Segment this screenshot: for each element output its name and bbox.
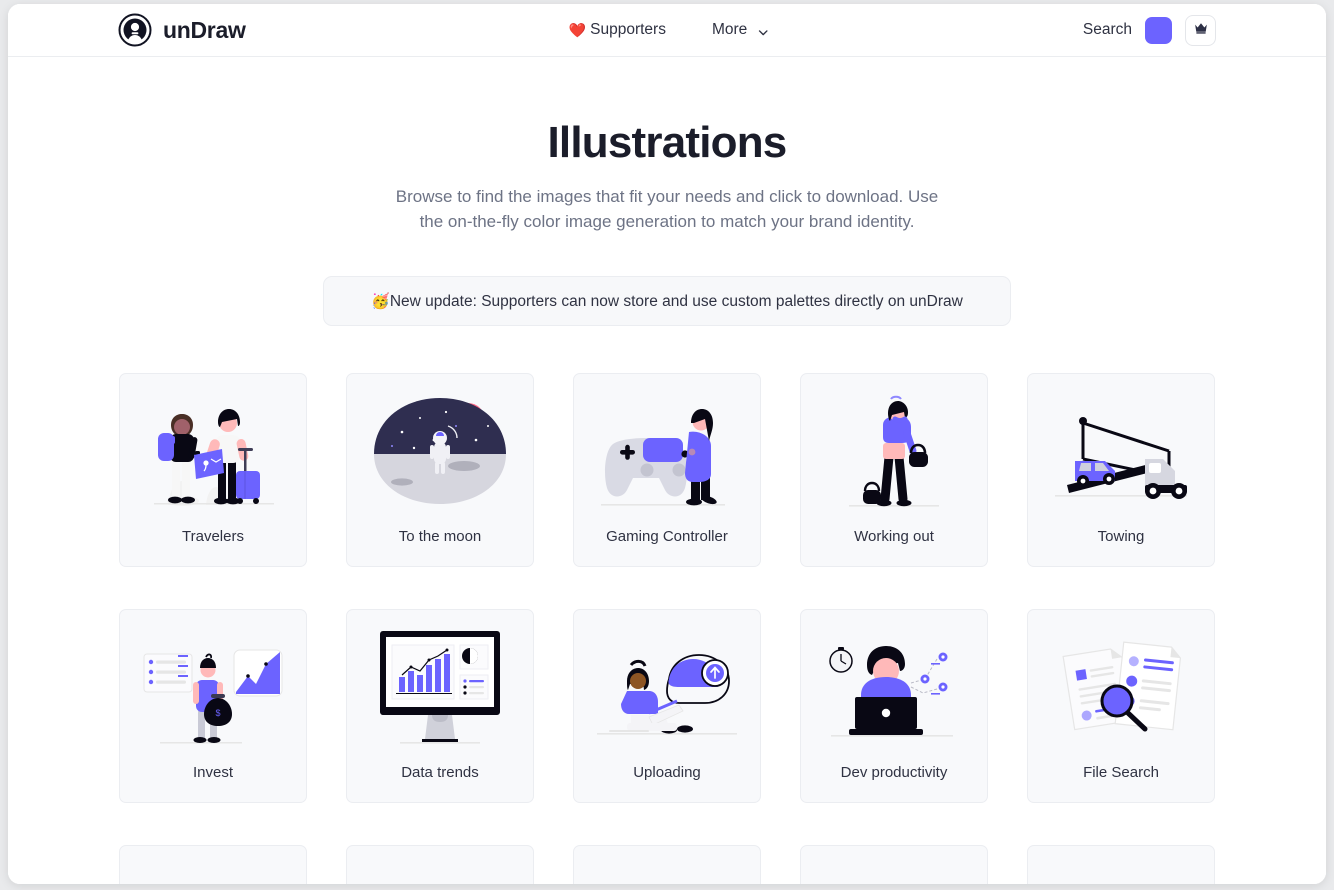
bridge-scene-illustration xyxy=(574,846,760,884)
web-app-illustration xyxy=(1028,846,1214,884)
brand-logo[interactable]: unDraw xyxy=(118,13,246,47)
illustration-card-label: Travelers xyxy=(182,528,244,545)
illustration-card-label: File Search xyxy=(1083,764,1159,781)
nav-item-supporters-label: Supporters xyxy=(590,21,666,38)
invest-illustration: $ xyxy=(120,610,306,764)
color-swatch[interactable] xyxy=(1145,16,1172,44)
illustration-card-label: To the moon xyxy=(398,528,482,545)
illustration-card-label: Invest xyxy=(192,764,234,781)
sitting-reading-illustration xyxy=(347,846,533,884)
illustration-card[interactable] xyxy=(119,845,307,884)
nav-item-more[interactable]: More xyxy=(711,21,768,39)
file-search-illustration xyxy=(1028,610,1214,764)
illustration-card[interactable]: Dev productivity xyxy=(800,609,988,803)
illustration-card[interactable]: Uploading xyxy=(573,609,761,803)
nav-actions: Search xyxy=(1083,14,1216,46)
illustration-card[interactable] xyxy=(346,845,534,884)
page-content: Illustrations Browse to find the images … xyxy=(8,57,1326,884)
announcement-banner[interactable]: 🥳New update: Supporters can now store an… xyxy=(323,276,1011,326)
announcement-banner-text: 🥳New update: Supporters can now store an… xyxy=(371,292,963,311)
chevron-down-icon xyxy=(754,25,768,36)
party-face-emoji-icon: 🥳 xyxy=(371,292,390,310)
page-title: Illustrations xyxy=(547,118,788,167)
travelers-illustration xyxy=(120,374,306,528)
avatar-circle-icon xyxy=(118,13,152,47)
dev-productivity-illustration xyxy=(801,610,987,764)
gaming-controller-illustration xyxy=(574,374,760,528)
towing-illustration xyxy=(1028,374,1214,528)
illustration-card[interactable] xyxy=(800,845,988,884)
illustration-card-label: Data trends xyxy=(401,764,479,781)
illustration-card[interactable]: Towing xyxy=(1027,373,1215,567)
brand-name: unDraw xyxy=(163,16,246,43)
illustration-grid: Travelers To the moon Gaming Controller … xyxy=(119,373,1215,884)
to-the-moon-illustration xyxy=(347,374,533,528)
browser-window: unDraw ❤️ Supporters More Search Illustr… xyxy=(8,4,1326,884)
yoga-stretch-illustration xyxy=(120,846,306,884)
page-viewport: unDraw ❤️ Supporters More Search Illustr… xyxy=(8,4,1326,884)
crown-icon xyxy=(1193,20,1209,41)
heart-icon: ❤️ xyxy=(568,22,587,38)
illustration-card[interactable]: $ Invest xyxy=(119,609,307,803)
illustration-card[interactable]: Working out xyxy=(800,373,988,567)
illustration-card[interactable]: Gaming Controller xyxy=(573,373,761,567)
nav-item-supporters[interactable]: ❤️ Supporters xyxy=(569,21,666,39)
illustration-card[interactable]: To the moon xyxy=(346,373,534,567)
primary-nav: ❤️ Supporters More xyxy=(569,21,768,39)
premium-button[interactable] xyxy=(1185,14,1216,46)
nav-item-more-label: More xyxy=(711,21,748,38)
uploading-illustration xyxy=(574,610,760,764)
illustration-card[interactable]: Travelers xyxy=(119,373,307,567)
illustration-card-label: Towing xyxy=(1097,528,1145,545)
svg-text:$: $ xyxy=(215,708,220,718)
illustration-card-label: Uploading xyxy=(633,764,701,781)
illustration-card[interactable] xyxy=(1027,845,1215,884)
data-trends-illustration xyxy=(347,610,533,764)
illustration-card-label: Gaming Controller xyxy=(606,528,728,545)
top-navbar: unDraw ❤️ Supporters More Search xyxy=(8,4,1326,57)
illustration-card[interactable] xyxy=(573,845,761,884)
illustration-card-label: Dev productivity xyxy=(840,764,948,781)
announcement-banner-label: New update: Supporters can now store and… xyxy=(389,292,963,310)
illustration-card[interactable]: Data trends xyxy=(346,609,534,803)
page-subtitle: Browse to find the images that fit your … xyxy=(395,187,939,231)
illustration-card[interactable]: File Search xyxy=(1027,609,1215,803)
search-button[interactable]: Search xyxy=(1083,21,1132,39)
browser-window-illustration xyxy=(801,846,987,884)
working-out-illustration xyxy=(801,374,987,528)
illustration-card-label: Working out xyxy=(854,528,934,545)
